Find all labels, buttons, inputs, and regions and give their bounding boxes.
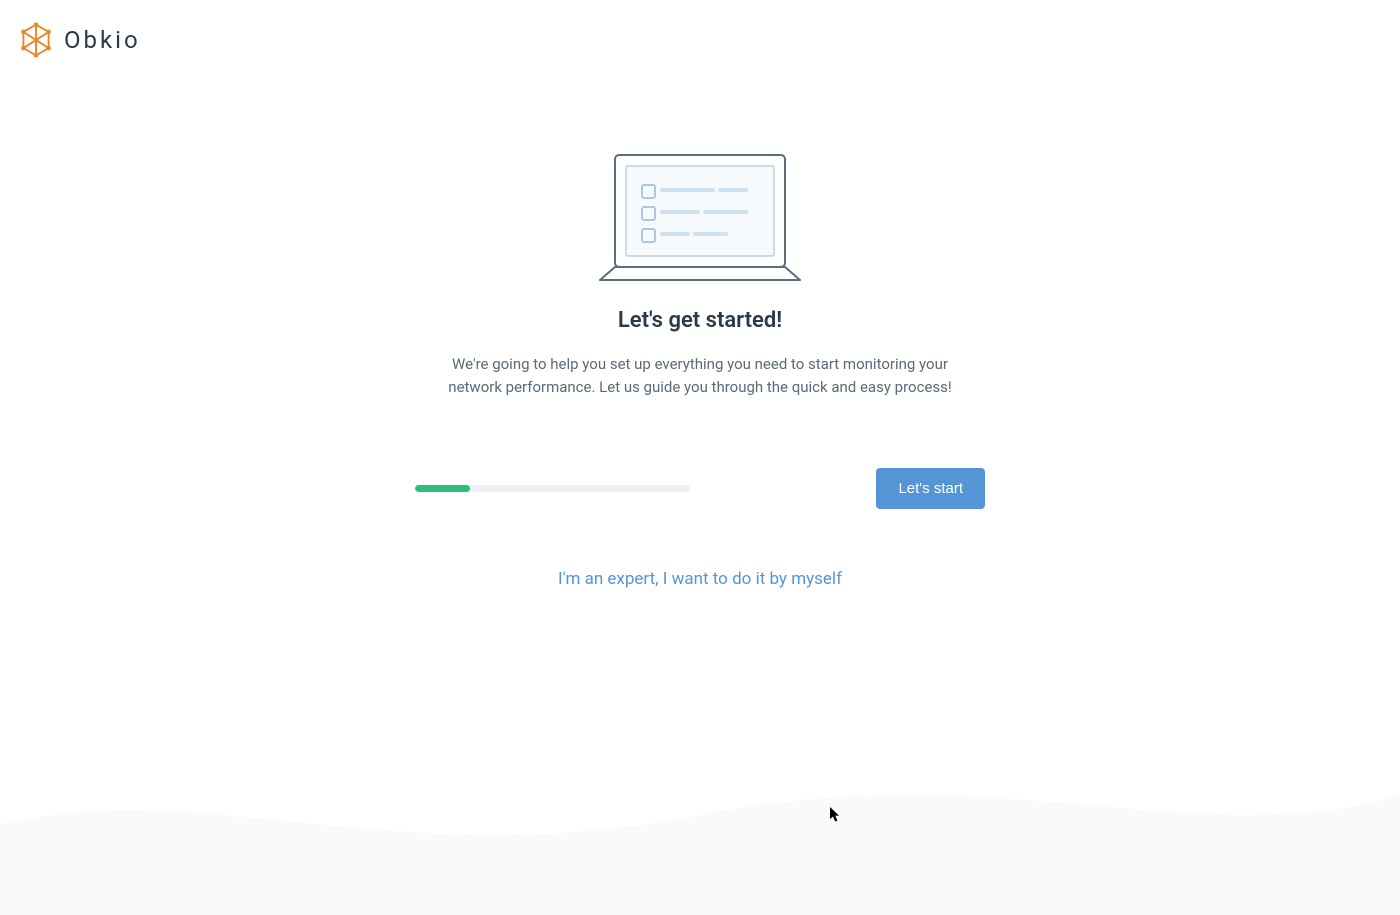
- laptop-checklist-icon: [590, 150, 810, 290]
- onboarding-progress-fill: [415, 485, 470, 492]
- brand-logo-text: Obkio: [64, 26, 141, 54]
- background-wave: [0, 735, 1400, 915]
- onboarding-heading: Let's get started!: [618, 308, 782, 333]
- onboarding-description: We're going to help you set up everythin…: [440, 353, 960, 398]
- brand-logo-icon: [18, 22, 54, 58]
- logo-area: Obkio: [18, 22, 141, 58]
- mouse-cursor-icon: [830, 807, 842, 823]
- onboarding-panel: Let's get started! We're going to help y…: [415, 150, 985, 589]
- skip-expert-link[interactable]: I'm an expert, I want to do it by myself: [558, 569, 842, 589]
- lets-start-button[interactable]: Let's start: [876, 468, 985, 509]
- onboarding-action-row: Let's start: [415, 468, 985, 509]
- onboarding-progress-bar: [415, 485, 690, 492]
